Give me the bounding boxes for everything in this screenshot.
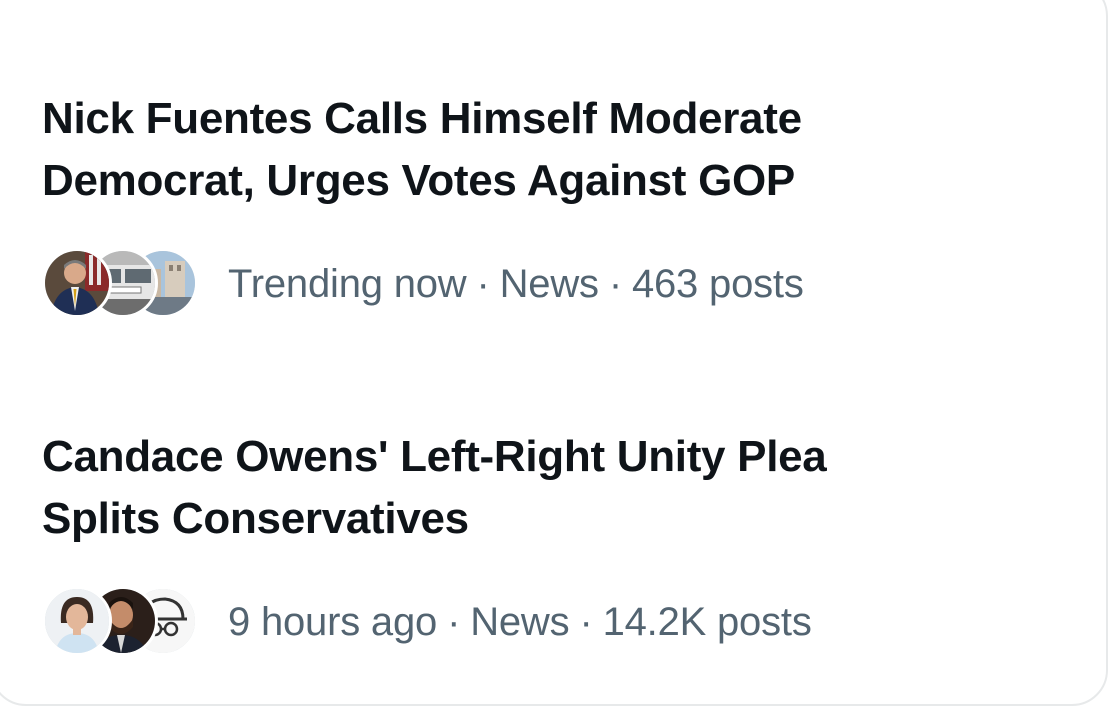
separator-dot: · (579, 599, 593, 644)
trend-category: News (499, 261, 599, 306)
trend-time: 9 hours ago (228, 599, 438, 644)
separator-dot: · (447, 599, 461, 644)
trend-title-line: Candace Owens' Left-Right Unity Plea (42, 432, 827, 481)
separator-dot: · (608, 261, 622, 306)
separator-dot: · (476, 261, 490, 306)
man-in-suit-avatar-icon (42, 248, 112, 318)
trend-item[interactable]: Nick Fuentes Calls Himself Moderate Demo… (42, 88, 1062, 322)
trend-post-count: 14.2K posts (602, 599, 812, 644)
avatar-stack (42, 584, 200, 660)
trend-title[interactable]: Nick Fuentes Calls Himself Moderate Demo… (42, 88, 1062, 212)
trend-title-line: Nick Fuentes Calls Himself Moderate (42, 94, 802, 143)
trend-title-line: Splits Conservatives (42, 494, 469, 543)
trend-meta: 9 hours ago · News · 14.2K posts (42, 584, 1062, 660)
trend-title[interactable]: Candace Owens' Left-Right Unity Plea Spl… (42, 426, 1062, 550)
trend-time: Trending now (228, 261, 467, 306)
trend-meta-text: 9 hours ago · News · 14.2K posts (228, 600, 812, 645)
trend-meta: Trending now · News · 463 posts (42, 246, 1062, 322)
trend-item[interactable]: Candace Owens' Left-Right Unity Plea Spl… (42, 426, 1062, 660)
trend-title-line: Democrat, Urges Votes Against GOP (42, 156, 795, 205)
woman-portrait-avatar-icon (42, 586, 112, 656)
trend-meta-text: Trending now · News · 463 posts (228, 262, 804, 307)
trend-category: News (470, 599, 570, 644)
trend-post-count: 463 posts (631, 261, 804, 306)
avatar-stack (42, 246, 200, 322)
